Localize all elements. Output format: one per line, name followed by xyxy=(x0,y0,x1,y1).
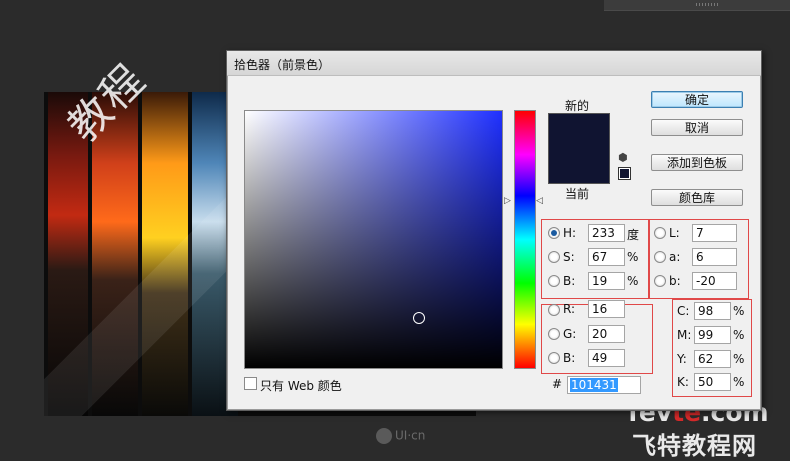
label-m: M: xyxy=(677,328,692,342)
logo-icon xyxy=(376,428,392,444)
hue-slider-right-arrow-icon[interactable]: ◁ xyxy=(536,196,543,206)
color-picker-dialog: 拾色器（前景色） ▷ ◁ 新的 当前 ⬢ 确定 取消 添加到色板 颜色库 H: … xyxy=(226,50,762,411)
label-s: S: xyxy=(563,250,575,264)
input-y[interactable]: 62 xyxy=(694,350,731,368)
label-b: B: xyxy=(563,274,576,288)
color-libraries-button[interactable]: 颜色库 xyxy=(651,189,743,206)
dialog-title: 拾色器（前景色） xyxy=(234,58,331,72)
color-field[interactable] xyxy=(244,110,503,369)
web-safe-swatch[interactable] xyxy=(618,167,631,180)
label-y: Y: xyxy=(677,352,687,366)
current-color-swatch[interactable] xyxy=(548,148,610,184)
unit-s: % xyxy=(627,250,639,264)
unit-k: % xyxy=(733,375,745,389)
top-panel-bar xyxy=(604,0,790,11)
radio-r[interactable] xyxy=(548,304,560,316)
radio-a[interactable] xyxy=(654,251,666,263)
label-a: a: xyxy=(669,250,681,264)
web-colors-only-label: 只有 Web 颜色 xyxy=(260,379,342,393)
watermark-site-name: 飞特教程网 xyxy=(632,432,757,460)
input-k[interactable]: 50 xyxy=(694,373,731,391)
color-field-cursor[interactable] xyxy=(413,312,425,324)
unit-m: % xyxy=(733,328,745,342)
input-m[interactable]: 99 xyxy=(694,326,731,344)
radio-s[interactable] xyxy=(548,251,560,263)
input-b[interactable]: 19 xyxy=(588,272,625,290)
input-a[interactable]: 6 xyxy=(692,248,737,266)
web-colors-only-checkbox[interactable] xyxy=(244,377,257,390)
panel-grip[interactable] xyxy=(696,3,720,6)
uicn-logo: UI·cn xyxy=(376,428,425,444)
unit-c: % xyxy=(733,304,745,318)
radio-l[interactable] xyxy=(654,227,666,239)
label-l: L: xyxy=(669,226,680,240)
hex-input[interactable]: 101431 xyxy=(567,376,641,394)
web-safe-cube-icon[interactable]: ⬢ xyxy=(618,151,628,164)
input-l[interactable]: 7 xyxy=(692,224,737,242)
label-lab-b: b: xyxy=(669,274,681,288)
label-k: K: xyxy=(677,375,689,389)
dialog-titlebar[interactable]: 拾色器（前景色） xyxy=(227,51,761,76)
radio-h[interactable] xyxy=(548,227,560,239)
input-rgb-b[interactable]: 49 xyxy=(588,349,625,367)
unit-h: 度 xyxy=(627,228,640,242)
current-color-label: 当前 xyxy=(565,187,590,201)
label-g: G: xyxy=(563,327,577,341)
cancel-button[interactable]: 取消 xyxy=(651,119,743,136)
new-color-label: 新的 xyxy=(565,99,590,113)
ok-button[interactable]: 确定 xyxy=(651,91,743,108)
radio-rgb-b[interactable] xyxy=(548,352,560,364)
new-color-swatch xyxy=(548,113,610,149)
radio-lab-b[interactable] xyxy=(654,275,666,287)
hue-slider[interactable] xyxy=(514,110,536,369)
add-to-swatches-button[interactable]: 添加到色板 xyxy=(651,154,743,171)
unit-b: % xyxy=(627,274,639,288)
radio-b[interactable] xyxy=(548,275,560,287)
hex-value: 101431 xyxy=(570,378,618,392)
label-r: R: xyxy=(563,302,576,316)
hue-slider-left-arrow-icon[interactable]: ▷ xyxy=(504,196,511,206)
label-rgb-b: B: xyxy=(563,351,576,365)
unit-y: % xyxy=(733,352,745,366)
input-s[interactable]: 67 xyxy=(588,248,625,266)
hex-label: # xyxy=(552,377,563,391)
radio-g[interactable] xyxy=(548,328,560,340)
input-c[interactable]: 98 xyxy=(694,302,731,320)
label-h: H: xyxy=(563,226,577,240)
label-c: C: xyxy=(677,304,690,318)
input-lab-b[interactable]: -20 xyxy=(692,272,737,290)
input-h[interactable]: 233 xyxy=(588,224,625,242)
input-r[interactable]: 16 xyxy=(588,300,625,318)
input-g[interactable]: 20 xyxy=(588,325,625,343)
